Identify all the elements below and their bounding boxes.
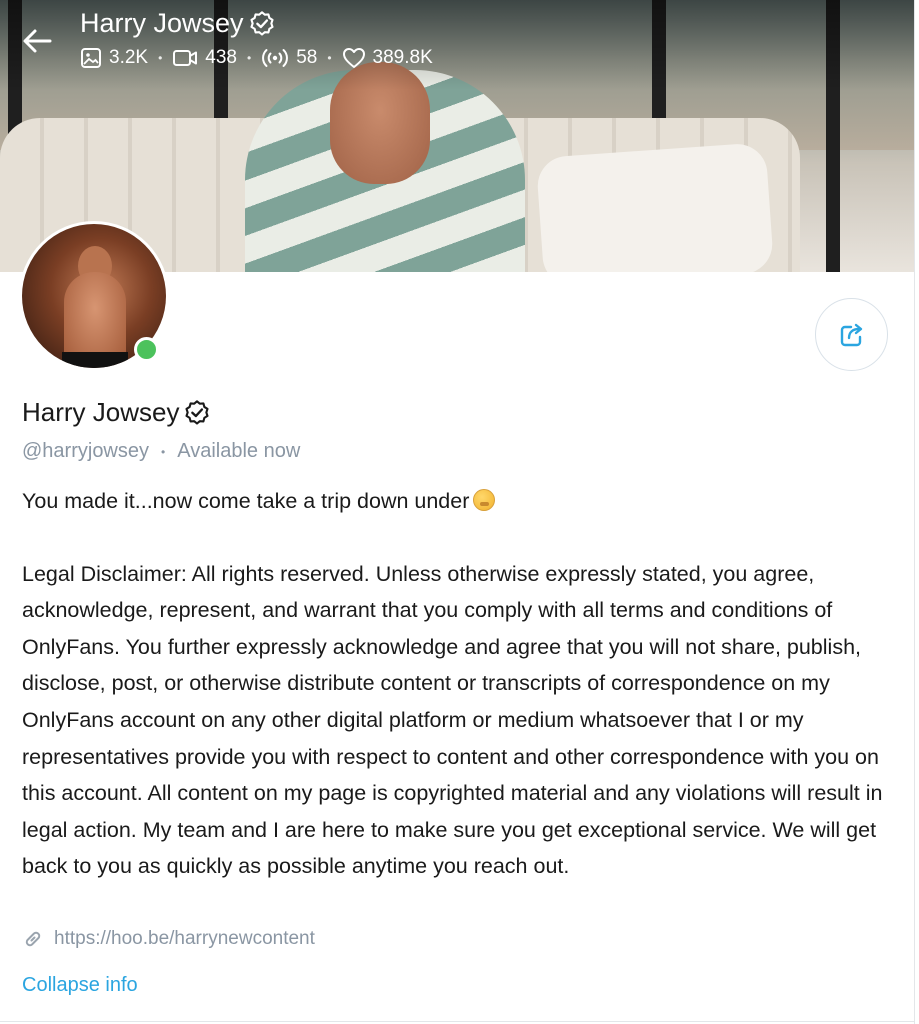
bio-disclaimer: Legal Disclaimer: All rights reserved. U… — [22, 561, 883, 879]
profile-link-url[interactable]: https://hoo.be/harrynewcontent — [54, 928, 315, 950]
video-camera-icon — [173, 50, 198, 66]
cover-image — [0, 0, 914, 272]
collapse-info-link[interactable]: Collapse info — [22, 974, 138, 997]
stat-streams-count: 58 — [296, 47, 318, 68]
profile-link[interactable]: https://hoo.be/harrynewcontent — [22, 928, 315, 950]
divider — [0, 1021, 914, 1022]
stat-likes[interactable]: 389.8K — [342, 47, 433, 69]
profile-handle: @harryjowsey — [22, 440, 150, 462]
heart-icon — [342, 48, 365, 68]
link-icon — [25, 931, 41, 947]
bio-intro: You made it...now come take a trip down … — [22, 483, 902, 520]
header-title: Harry Jowsey — [80, 8, 276, 39]
share-button[interactable] — [815, 298, 888, 371]
stat-photos-count: 3.2K — [109, 47, 149, 68]
handle-row: @harryjowsey • Available now — [22, 440, 301, 462]
stat-videos[interactable]: 438 — [172, 47, 237, 69]
stat-likes-count: 389.8K — [372, 47, 433, 68]
profile-name-text: Harry Jowsey — [22, 397, 180, 427]
availability-status: Available now — [177, 440, 301, 462]
hand-over-mouth-emoji — [473, 489, 496, 511]
divider — [914, 0, 915, 1024]
image-icon — [81, 48, 101, 68]
arrow-left-icon — [23, 29, 52, 53]
broadcast-icon — [262, 49, 289, 67]
header-name: Harry Jowsey — [80, 8, 244, 38]
verified-badge-icon — [249, 10, 274, 36]
share-icon — [840, 323, 862, 346]
verified-badge-icon — [185, 399, 210, 425]
stat-photos[interactable]: 3.2K — [80, 47, 148, 69]
back-button[interactable] — [20, 26, 54, 56]
header-stats: 3.2K • 438 • 58 • 389.8K — [80, 47, 433, 69]
bio-intro-text: You made it...now come take a trip down … — [22, 489, 470, 513]
stat-videos-count: 438 — [205, 47, 237, 68]
profile-bio: You made it...now come take a trip down … — [22, 483, 902, 885]
stat-streams[interactable]: 58 — [261, 47, 317, 69]
online-status-indicator — [134, 337, 159, 362]
profile-name: Harry Jowsey — [22, 397, 211, 428]
